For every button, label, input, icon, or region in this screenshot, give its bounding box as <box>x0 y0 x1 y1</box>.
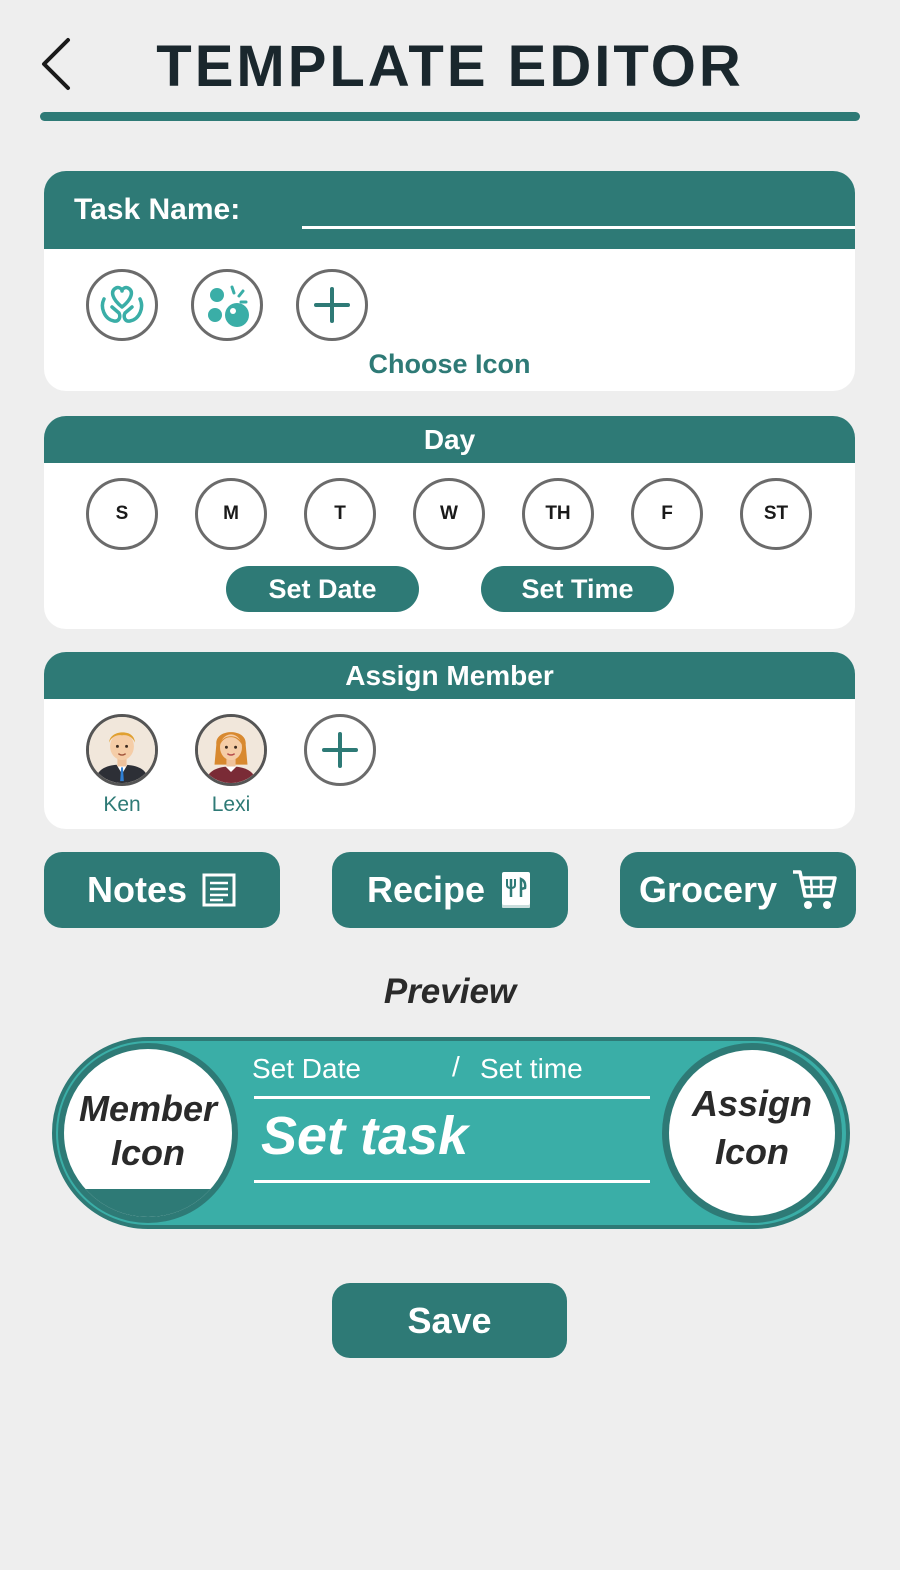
day-button-st[interactable]: ST <box>740 478 812 550</box>
recipe-book-icon <box>502 872 531 908</box>
preview-task-text: Set task <box>261 1106 469 1166</box>
member-lexi-avatar[interactable] <box>195 714 267 786</box>
avatar-woman-icon <box>198 717 264 783</box>
preview-member-line1: Member <box>78 1088 218 1129</box>
avatar-man-icon <box>89 717 155 783</box>
title-divider <box>40 112 860 121</box>
day-button-w[interactable]: W <box>413 478 485 550</box>
day-card: Day S M T W TH F ST Set Date Set Time <box>44 416 855 629</box>
preview-separator: / <box>452 1051 460 1082</box>
day-button-m[interactable]: M <box>195 478 267 550</box>
dots-bubbles-icon <box>208 285 249 327</box>
add-member-button[interactable] <box>304 714 376 786</box>
task-name-header: Task Name: <box>44 171 855 249</box>
icon-option-hands-heart[interactable] <box>86 269 158 341</box>
choose-icon-label: Choose Icon <box>368 349 531 379</box>
preview-assign-icon: Assign Icon <box>662 1043 842 1223</box>
assign-member-header: Assign Member <box>44 652 855 699</box>
grocery-label: Grocery <box>638 869 778 910</box>
task-name-label: Task Name: <box>74 193 241 226</box>
task-card: Task Name: Choose Icon <box>44 171 855 391</box>
preview-divider-bottom <box>254 1180 650 1183</box>
preview-heading: Preview <box>383 972 517 1011</box>
preview-assign-line2: Icon <box>714 1131 789 1172</box>
assign-member-card: Assign Member Ken Lexi <box>44 652 855 829</box>
notes-icon <box>202 873 236 907</box>
notes-button[interactable]: Notes <box>44 852 280 928</box>
set-time-button[interactable]: Set Time <box>481 566 674 612</box>
shopping-cart-icon <box>793 870 837 909</box>
save-button[interactable]: Save <box>332 1283 567 1358</box>
preview-member-icon: Member Icon <box>58 1043 238 1223</box>
member-ken-label: Ken <box>103 793 141 816</box>
day-header: Day <box>44 416 855 463</box>
day-button-f[interactable]: F <box>631 478 703 550</box>
plus-icon <box>322 732 358 768</box>
recipe-label: Recipe <box>366 869 486 910</box>
add-icon-button[interactable] <box>296 269 368 341</box>
preview-assign-line1: Assign <box>691 1083 813 1124</box>
recipe-button[interactable]: Recipe <box>332 852 568 928</box>
icon-option-bubbles[interactable] <box>191 269 263 341</box>
day-button-t[interactable]: T <box>304 478 376 550</box>
set-date-button[interactable]: Set Date <box>226 566 419 612</box>
preview-divider-top <box>254 1096 650 1099</box>
page-title: TEMPLATE EDITOR <box>156 34 744 99</box>
preview-time-text: Set time <box>480 1053 583 1084</box>
task-name-input[interactable] <box>302 226 855 229</box>
day-button-th[interactable]: TH <box>522 478 594 550</box>
day-button-s[interactable]: S <box>86 478 158 550</box>
preview-member-line2: Icon <box>110 1132 185 1173</box>
notes-label: Notes <box>86 869 188 910</box>
preview-date-text: Set Date <box>252 1053 361 1084</box>
grocery-button[interactable]: Grocery <box>620 852 856 928</box>
member-lexi-label: Lexi <box>211 793 251 816</box>
member-ken-avatar[interactable] <box>86 714 158 786</box>
plus-icon <box>314 287 350 323</box>
hands-heart-icon <box>100 285 144 323</box>
preview-task-bar: Set Date / Set time Set task Member Icon… <box>52 1037 850 1229</box>
